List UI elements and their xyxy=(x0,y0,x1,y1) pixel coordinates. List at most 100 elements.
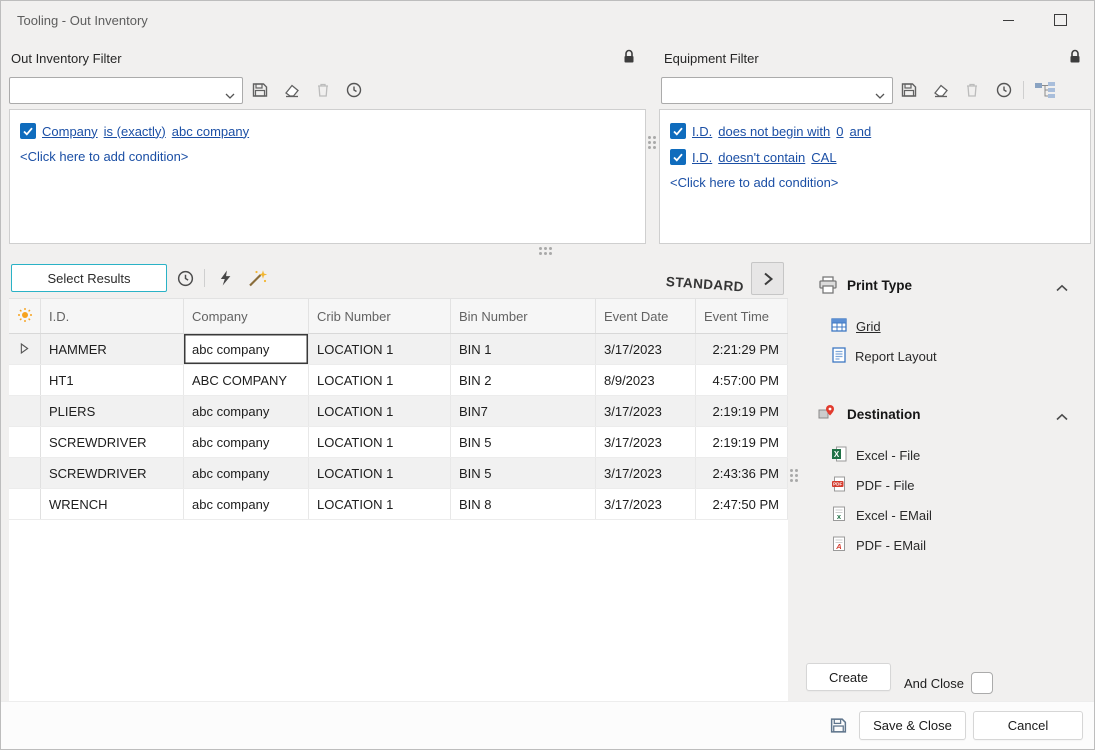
column-header-company[interactable]: Company xyxy=(184,299,309,333)
cell-bin-number[interactable]: BIN7 xyxy=(451,396,596,426)
cell-id[interactable]: PLIERS xyxy=(41,396,184,426)
condition-field-link[interactable]: I.D. xyxy=(692,150,712,165)
condition-value-link[interactable]: abc company xyxy=(172,124,249,139)
print-type-option-report-layout[interactable]: Report Layout xyxy=(832,345,937,367)
condition-field-link[interactable]: I.D. xyxy=(692,124,712,139)
destination-option-pdf-file[interactable]: PDF PDF - File xyxy=(831,474,915,496)
clear-filter-button[interactable] xyxy=(279,77,305,103)
condition-operator-link[interactable]: does not begin with xyxy=(718,124,830,139)
cell-company[interactable]: abc company xyxy=(184,489,309,519)
cell-id[interactable]: WRENCH xyxy=(41,489,184,519)
equipment-filter-dropdown[interactable] xyxy=(661,77,893,104)
column-header-event-date[interactable]: Event Date xyxy=(596,299,696,333)
select-results-button[interactable]: Select Results xyxy=(11,264,167,292)
minimize-button[interactable] xyxy=(988,5,1028,35)
cell-bin-number[interactable]: BIN 2 xyxy=(451,365,596,395)
cell-event-date[interactable]: 8/9/2023 xyxy=(596,365,696,395)
option-label[interactable]: PDF - File xyxy=(856,478,915,493)
condition-value-link[interactable]: 0 xyxy=(836,124,843,139)
cell-event-date[interactable]: 3/17/2023 xyxy=(596,427,696,457)
save-filter-button[interactable] xyxy=(247,77,273,103)
cell-event-date[interactable]: 3/17/2023 xyxy=(596,396,696,426)
cell-bin-number[interactable]: BIN 8 xyxy=(451,489,596,519)
out-filter-dropdown[interactable] xyxy=(9,77,243,104)
maximize-button[interactable] xyxy=(1040,5,1080,35)
cell-crib-number[interactable]: LOCATION 1 xyxy=(309,334,451,364)
cell-id[interactable]: SCREWDRIVER xyxy=(41,427,184,457)
cell-company[interactable]: abc company xyxy=(184,334,309,364)
save-and-close-button[interactable]: Save & Close xyxy=(859,711,966,740)
cell-event-date[interactable]: 3/17/2023 xyxy=(596,489,696,519)
title-bar[interactable]: Tooling - Out Inventory xyxy=(1,1,1094,41)
splitter-handle[interactable] xyxy=(539,247,552,255)
column-header-crib-number[interactable]: Crib Number xyxy=(309,299,451,333)
filter-history-button[interactable] xyxy=(991,77,1017,103)
option-label[interactable]: Excel - File xyxy=(856,448,920,463)
cell-crib-number[interactable]: LOCATION 1 xyxy=(309,396,451,426)
option-label[interactable]: Excel - EMail xyxy=(856,508,932,523)
equipment-filter-conditions-panel[interactable]: I.D. does not begin with 0 and I.D. does… xyxy=(659,109,1091,244)
column-header-event-time[interactable]: Event Time xyxy=(696,299,788,333)
delete-filter-button[interactable] xyxy=(310,77,336,103)
cell-event-time[interactable]: 2:43:36 PM xyxy=(696,458,788,488)
condition-checkbox[interactable] xyxy=(670,149,686,165)
cell-company[interactable]: abc company xyxy=(184,458,309,488)
cell-bin-number[interactable]: BIN 5 xyxy=(451,458,596,488)
cell-id[interactable]: HT1 xyxy=(41,365,184,395)
cell-crib-number[interactable]: LOCATION 1 xyxy=(309,489,451,519)
splitter-handle[interactable] xyxy=(648,136,656,149)
expand-panel-button[interactable] xyxy=(751,262,784,295)
condition-operator-link[interactable]: doesn't contain xyxy=(718,150,805,165)
collapse-print-type-button[interactable] xyxy=(1051,277,1073,299)
condition-operator-link[interactable]: is (exactly) xyxy=(104,124,166,139)
destination-option-excel-file[interactable]: X Excel - File xyxy=(831,444,920,466)
condition-checkbox[interactable] xyxy=(20,123,36,139)
filter-history-button[interactable] xyxy=(341,77,367,103)
option-label[interactable]: PDF - EMail xyxy=(856,538,926,553)
execute-lightning-button[interactable] xyxy=(212,265,238,291)
out-filter-conditions-panel[interactable]: Company is (exactly) abc company <Click … xyxy=(9,109,646,244)
cell-event-time[interactable]: 2:19:19 PM xyxy=(696,427,788,457)
cell-event-date[interactable]: 3/17/2023 xyxy=(596,334,696,364)
grid-settings-header[interactable] xyxy=(9,299,41,333)
cell-event-time[interactable]: 4:57:00 PM xyxy=(696,365,788,395)
cell-company[interactable]: abc company xyxy=(184,396,309,426)
cell-bin-number[interactable]: BIN 1 xyxy=(451,334,596,364)
add-condition-link[interactable]: <Click here to add condition> xyxy=(670,170,1080,196)
cell-event-time[interactable]: 2:19:19 PM xyxy=(696,396,788,426)
cell-event-time[interactable]: 2:47:50 PM xyxy=(696,489,788,519)
cell-id[interactable]: HAMMER xyxy=(41,334,184,364)
cell-event-time[interactable]: 2:21:29 PM xyxy=(696,334,788,364)
option-label[interactable]: Report Layout xyxy=(855,349,937,364)
condition-field-link[interactable]: Company xyxy=(42,124,98,139)
column-header-bin-number[interactable]: Bin Number xyxy=(451,299,596,333)
save-layout-button[interactable] xyxy=(825,712,851,738)
delete-filter-button[interactable] xyxy=(959,77,985,103)
splitter-handle[interactable] xyxy=(790,469,798,482)
create-button[interactable]: Create xyxy=(806,663,891,691)
cell-company[interactable]: abc company xyxy=(184,427,309,457)
print-type-option-grid[interactable]: Grid xyxy=(831,315,881,337)
cell-company[interactable]: ABC COMPANY xyxy=(184,365,309,395)
and-close-checkbox[interactable] xyxy=(971,672,993,694)
equipment-hierarchy-icon[interactable] xyxy=(1031,77,1059,103)
save-filter-button[interactable] xyxy=(896,77,922,103)
column-header-id[interactable]: I.D. xyxy=(41,299,184,333)
clear-filter-button[interactable] xyxy=(928,77,954,103)
destination-option-pdf-email[interactable]: A PDF - EMail xyxy=(831,534,926,556)
condition-checkbox[interactable] xyxy=(670,123,686,139)
cell-crib-number[interactable]: LOCATION 1 xyxy=(309,458,451,488)
cancel-button[interactable]: Cancel xyxy=(973,711,1083,740)
condition-value-link[interactable]: CAL xyxy=(811,150,836,165)
wizard-wand-button[interactable] xyxy=(244,265,270,291)
cell-event-date[interactable]: 3/17/2023 xyxy=(596,458,696,488)
cell-crib-number[interactable]: LOCATION 1 xyxy=(309,365,451,395)
cell-id[interactable]: SCREWDRIVER xyxy=(41,458,184,488)
destination-option-excel-email[interactable]: x Excel - EMail xyxy=(831,504,932,526)
cell-crib-number[interactable]: LOCATION 1 xyxy=(309,427,451,457)
cell-bin-number[interactable]: BIN 5 xyxy=(451,427,596,457)
condition-joiner-link[interactable]: and xyxy=(850,124,872,139)
option-label[interactable]: Grid xyxy=(856,319,881,334)
add-condition-link[interactable]: <Click here to add condition> xyxy=(20,144,635,170)
history-button[interactable] xyxy=(172,265,198,291)
